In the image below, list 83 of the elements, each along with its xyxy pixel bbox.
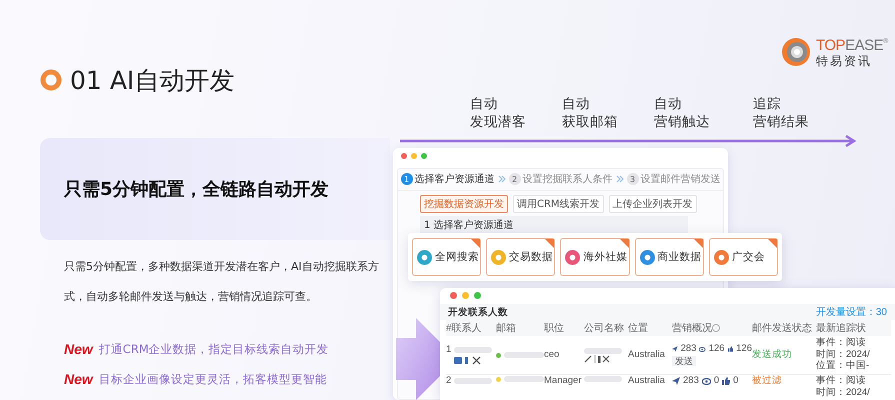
step-label: 自动 bbox=[654, 95, 683, 113]
window-dot-icon bbox=[474, 292, 481, 299]
step-label: 自动 bbox=[562, 95, 591, 113]
like-count: 126 bbox=[736, 344, 752, 355]
event-text: 时间：2024/ bbox=[816, 350, 871, 360]
corner-ribbon-icon bbox=[471, 239, 480, 248]
event-text: 位置：中国- bbox=[816, 361, 870, 372]
column-header: 营销概况 bbox=[672, 322, 712, 335]
description-text: 只需5分钟配置，多种数据渠道开发潜在客户，AI自动挖掘联系方式，自动多轮邮件发送与触达，营销情况追踪可查。 bbox=[63, 259, 380, 305]
step-label: 自动 bbox=[470, 95, 499, 113]
ring-icon bbox=[40, 69, 62, 91]
section-number: 01 bbox=[70, 66, 102, 94]
like-count: 0 bbox=[733, 376, 738, 387]
column-header: 邮件发送状态 bbox=[752, 322, 812, 335]
blurred-company bbox=[584, 348, 622, 354]
open-count: 0 bbox=[714, 376, 720, 387]
column-header: 职位 bbox=[544, 322, 564, 335]
window-dot-icon bbox=[401, 153, 407, 159]
channel-card[interactable]: 广交会 bbox=[708, 238, 778, 276]
column-header: 邮箱 bbox=[496, 322, 516, 335]
row-number: 1 bbox=[446, 344, 452, 356]
window-dot-icon bbox=[462, 292, 469, 299]
logo-icon bbox=[780, 36, 812, 68]
column-header: 联系人 bbox=[452, 322, 482, 335]
status-text: 发送成功 bbox=[752, 350, 793, 360]
channel-card[interactable]: 全网搜索 bbox=[412, 238, 482, 276]
logo-subtitle: 特易资讯 bbox=[816, 54, 873, 66]
window-dot-icon bbox=[421, 153, 427, 159]
link-icons[interactable] bbox=[584, 354, 610, 362]
thumbs-up-icon bbox=[728, 345, 734, 354]
table-cell-text: Australia bbox=[628, 350, 666, 360]
column-header: 公司名称 bbox=[584, 322, 624, 335]
step-label: 营销结果 bbox=[753, 113, 810, 131]
corner-ribbon-icon bbox=[620, 239, 629, 248]
event-text: 事件：阅读 bbox=[816, 376, 867, 387]
table-cell-text: Australia bbox=[628, 376, 666, 387]
window-dot-icon bbox=[450, 292, 457, 299]
status-text: 被过滤 bbox=[752, 376, 783, 387]
banner-text: 只需5分钟配置，全链路自动开发 bbox=[64, 178, 329, 201]
thumbs-up-icon bbox=[722, 377, 730, 386]
event-text: 事件：阅读 bbox=[816, 338, 867, 349]
send-icon bbox=[672, 377, 680, 386]
source-tab[interactable]: 上传企业列表开发 bbox=[608, 195, 697, 213]
step-label: 获取邮箱 bbox=[562, 113, 619, 131]
new-label: New bbox=[64, 371, 93, 387]
channel-card[interactable]: 海外社媒 bbox=[560, 238, 630, 276]
send-tag[interactable]: 发送 bbox=[672, 356, 696, 366]
step-label: 营销触达 bbox=[654, 113, 711, 131]
step-label: 发现潜客 bbox=[470, 113, 527, 131]
corner-ribbon-icon bbox=[768, 239, 778, 248]
column-header: 最新追踪状 bbox=[816, 322, 866, 335]
social-icons[interactable] bbox=[454, 356, 482, 366]
event-text: 时间：2024/ bbox=[816, 388, 871, 399]
open-count: 126 bbox=[708, 344, 725, 355]
new-label: New bbox=[64, 341, 93, 357]
channel-card[interactable]: 商业数据 bbox=[634, 238, 704, 276]
sent-count: 283 bbox=[680, 344, 696, 355]
chevron-icon bbox=[616, 175, 624, 183]
table-title: 开发联系人数 bbox=[448, 306, 508, 318]
section-heading: 1 选择客户资源通道 bbox=[420, 216, 688, 234]
eye-icon bbox=[699, 346, 706, 353]
chevron-icon bbox=[498, 175, 506, 183]
sent-count: 283 bbox=[683, 376, 699, 387]
help-icon bbox=[712, 324, 720, 332]
window-dot-icon bbox=[411, 153, 417, 159]
table-cell-text: Manager bbox=[544, 376, 582, 387]
wizard-step[interactable]: 2 设置挖掘联系人条件 bbox=[508, 172, 612, 186]
row-number: 2 bbox=[446, 376, 452, 387]
source-tab[interactable]: 调用CRM线索开发 bbox=[513, 195, 604, 213]
column-header: 位置 bbox=[628, 322, 648, 335]
feature-text: 打通CRM企业数据，指定目标线索自动开发 bbox=[98, 342, 329, 356]
wizard-step[interactable]: 1 选择客户资源通道 bbox=[400, 172, 494, 186]
section-title: AI自动开发 bbox=[110, 64, 234, 96]
table-cell-text: ceo bbox=[544, 350, 560, 360]
corner-ribbon-icon bbox=[545, 239, 554, 248]
step-label: 追踪 bbox=[753, 95, 782, 113]
eye-icon bbox=[702, 378, 711, 385]
column-header: # bbox=[446, 322, 452, 334]
feature-text: 目标企业画像设定更灵活，拓客模型更智能 bbox=[98, 372, 327, 386]
wizard-step[interactable]: 3 设置邮件营销发送 bbox=[626, 172, 720, 186]
channel-card[interactable]: 交易数据 bbox=[486, 238, 556, 276]
corner-ribbon-icon bbox=[694, 239, 703, 248]
send-icon bbox=[672, 345, 678, 354]
